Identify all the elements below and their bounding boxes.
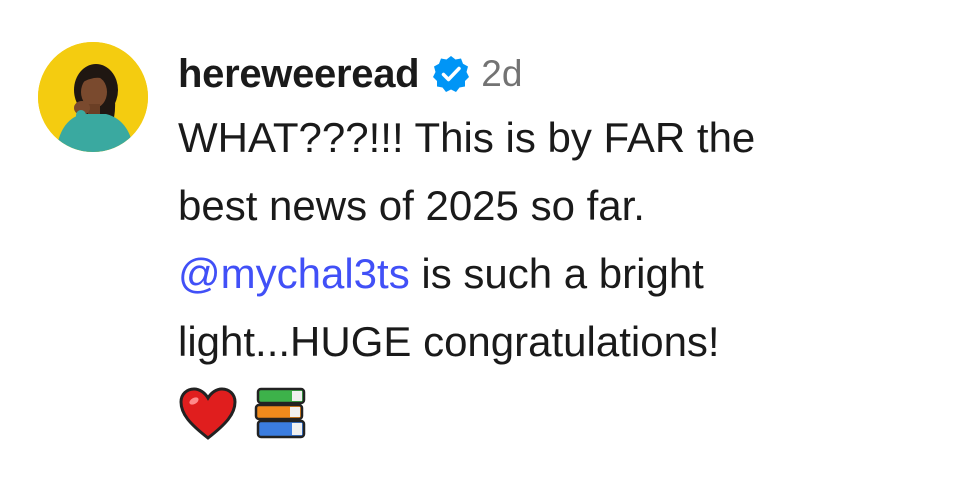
comment-item: hereweeread 2d WHAT???!!! This is by FAR… — [0, 0, 980, 485]
avatar-image — [38, 42, 148, 152]
books-icon — [252, 385, 310, 443]
username-link[interactable]: hereweeread — [178, 52, 420, 97]
mention-link[interactable]: @mychal3ts — [178, 250, 410, 297]
verified-badge-icon — [431, 54, 471, 94]
comment-line-2: best news of 2025 so far. — [178, 182, 645, 229]
avatar[interactable] — [38, 42, 148, 152]
comment-line-4: light...HUGE congratulations! — [178, 318, 720, 365]
timestamp: 2d — [481, 53, 523, 94]
comment-header: hereweeread 2d — [178, 48, 958, 100]
comment-content: hereweeread 2d WHAT???!!! This is by FAR… — [178, 48, 958, 444]
comment-text: WHAT???!!! This is by FAR the best news … — [178, 104, 918, 376]
comment-line-1: WHAT???!!! This is by FAR the — [178, 114, 756, 161]
emoji-row — [178, 384, 958, 444]
red-heart-icon — [178, 386, 238, 442]
comment-line-3: @mychal3ts is such a bright — [178, 240, 918, 308]
comment-line-3-rest: is such a bright — [409, 250, 704, 297]
